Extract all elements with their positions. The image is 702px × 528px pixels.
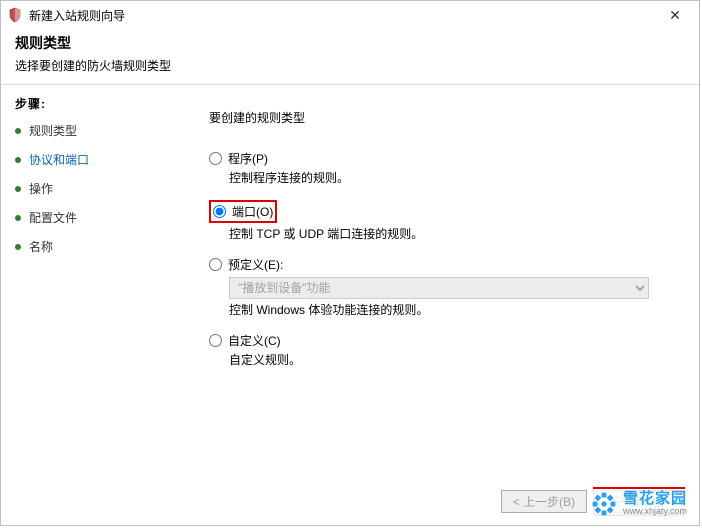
sidebar: 步骤: 规则类型 协议和端口 操作 配置文件 — [1, 85, 173, 483]
desc-program: 控制程序连接的规则。 — [229, 169, 671, 186]
steps-list: 规则类型 协议和端口 操作 配置文件 名称 — [15, 122, 167, 255]
label-custom: 自定义(C) — [228, 332, 281, 349]
option-port: 端口(O) 控制 TCP 或 UDP 端口连接的规则。 — [209, 200, 671, 242]
bullet-icon — [15, 215, 21, 221]
window-title: 新建入站规则向导 — [29, 7, 657, 24]
option-program: 程序(P) 控制程序连接的规则。 — [209, 150, 671, 186]
bullet-icon — [15, 157, 21, 163]
wizard-window: 新建入站规则向导 ✕ 规则类型 选择要创建的防火墙规则类型 步骤: 规则类型 协… — [0, 0, 700, 526]
bullet-icon — [15, 244, 21, 250]
content: 要创建的规则类型 程序(P) 控制程序连接的规则。 端口(O) 控制 TCP 或… — [173, 85, 699, 483]
radio-program[interactable] — [209, 152, 222, 165]
bullet-icon — [15, 128, 21, 134]
step-rule-type[interactable]: 规则类型 — [15, 122, 167, 139]
option-predefined: 预定义(E): "播放到设备"功能 控制 Windows 体验功能连接的规则。 — [209, 256, 671, 318]
header: 规则类型 选择要创建的防火墙规则类型 — [1, 29, 699, 85]
bullet-icon — [15, 186, 21, 192]
titlebar: 新建入站规则向导 ✕ — [1, 1, 699, 29]
label-port: 端口(O) — [232, 203, 273, 220]
radio-custom[interactable] — [209, 334, 222, 347]
back-button: < 上一步(B) — [501, 490, 587, 513]
page-title: 规则类型 — [15, 33, 685, 53]
option-custom: 自定义(C) 自定义规则。 — [209, 332, 671, 368]
page-subtitle: 选择要创建的防火墙规则类型 — [15, 57, 685, 74]
close-button[interactable]: ✕ — [657, 6, 693, 24]
intro-text: 要创建的规则类型 — [209, 109, 671, 126]
highlight-next: 下一步(N) > — [593, 487, 685, 516]
steps-label: 步骤: — [15, 95, 167, 112]
desc-custom: 自定义规则。 — [229, 351, 671, 368]
desc-port: 控制 TCP 或 UDP 端口连接的规则。 — [229, 225, 671, 242]
step-profile[interactable]: 配置文件 — [15, 209, 167, 226]
step-action[interactable]: 操作 — [15, 180, 167, 197]
label-program: 程序(P) — [228, 150, 268, 167]
next-button[interactable]: 下一步(N) > — [596, 490, 682, 513]
desc-predefined: 控制 Windows 体验功能连接的规则。 — [229, 301, 671, 318]
footer: < 上一步(B) 下一步(N) > — [1, 477, 699, 525]
body: 步骤: 规则类型 协议和端口 操作 配置文件 — [1, 85, 699, 483]
select-predefined: "播放到设备"功能 — [229, 277, 649, 299]
step-protocol-port[interactable]: 协议和端口 — [15, 151, 167, 168]
app-icon — [7, 7, 23, 23]
radio-port[interactable] — [213, 205, 226, 218]
radio-predefined[interactable] — [209, 258, 222, 271]
highlight-port: 端口(O) — [209, 200, 277, 223]
label-predefined: 预定义(E): — [228, 256, 283, 273]
step-name[interactable]: 名称 — [15, 238, 167, 255]
